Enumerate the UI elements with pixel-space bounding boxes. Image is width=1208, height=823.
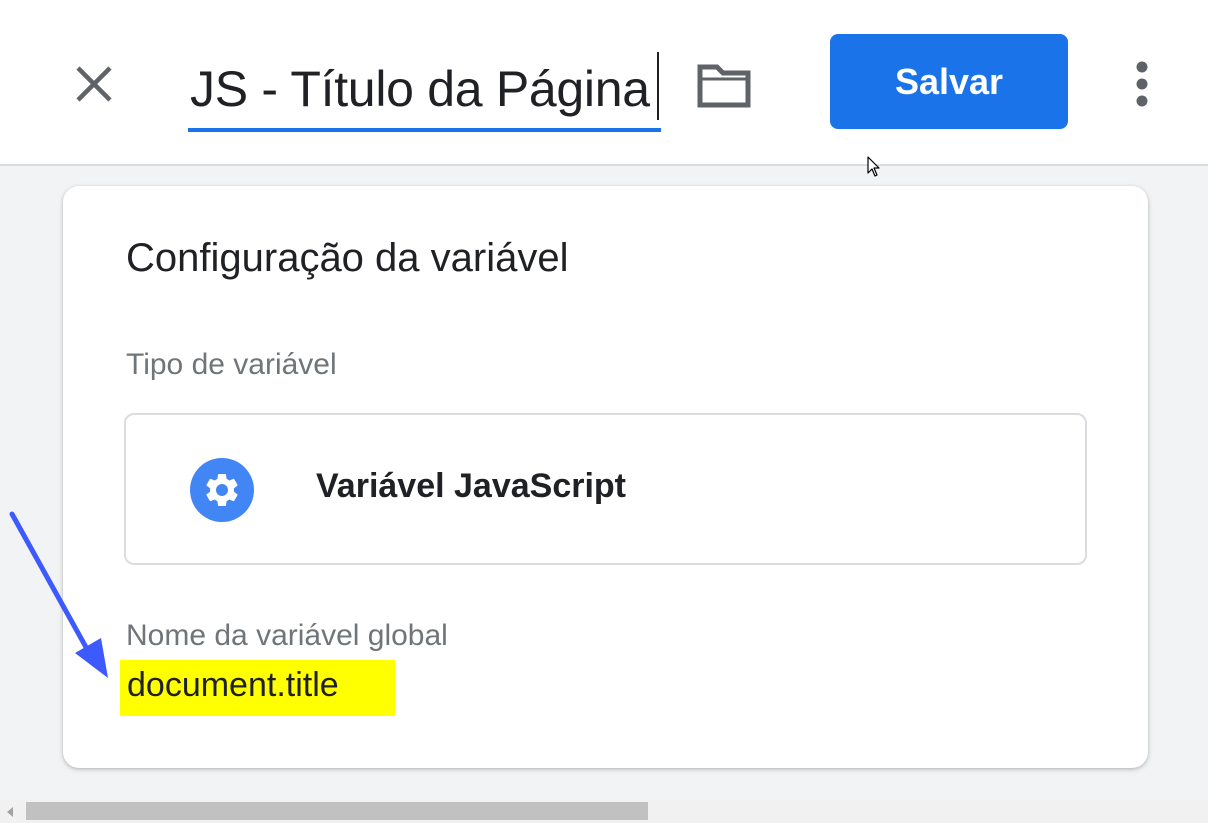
- variable-type-name: Variável JavaScript: [316, 467, 627, 505]
- more-vert-icon: [1136, 61, 1148, 107]
- folder-icon: [697, 64, 751, 108]
- scrollbar-thumb[interactable]: [26, 802, 648, 820]
- mouse-pointer-icon: [867, 156, 880, 177]
- variable-type-label: Tipo de variável: [126, 348, 337, 381]
- close-button[interactable]: [66, 56, 122, 112]
- card-title: Configuração da variável: [126, 236, 569, 280]
- more-options-button[interactable]: [1116, 56, 1168, 112]
- close-icon: [76, 66, 112, 102]
- variable-configuration-card: Configuração da variável Tipo de variáve…: [63, 186, 1148, 768]
- folder-button[interactable]: [694, 56, 754, 116]
- variable-name-input[interactable]: [188, 56, 661, 122]
- variable-type-badge: [190, 458, 254, 522]
- variable-type-selector[interactable]: Variável JavaScript: [124, 413, 1087, 565]
- global-variable-value[interactable]: document.title: [120, 660, 395, 716]
- editor-header: Salvar: [0, 0, 1208, 166]
- gear-icon: [206, 474, 238, 506]
- annotation-arrow-icon: [9, 511, 108, 678]
- text-caret: [657, 52, 659, 120]
- variable-name-field[interactable]: [188, 50, 661, 132]
- save-button[interactable]: Salvar: [830, 34, 1068, 129]
- horizontal-scrollbar[interactable]: [0, 800, 1208, 823]
- scroll-left-arrow-icon[interactable]: [4, 805, 16, 819]
- global-variable-label: Nome da variável global: [126, 619, 448, 652]
